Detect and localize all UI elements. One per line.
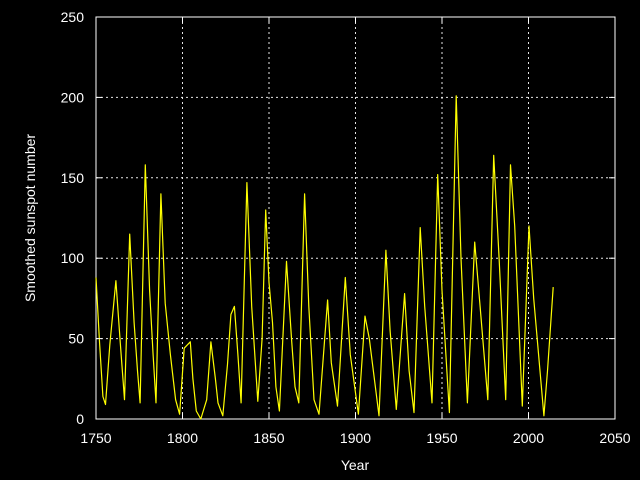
x-tick-label: 2000 (513, 430, 544, 446)
x-axis-title: Year (341, 457, 370, 473)
series-layer (95, 95, 554, 420)
series-line (95, 95, 554, 420)
y-tick-label: 50 (68, 331, 84, 347)
y-axis-title: Smoothed sunspot number (22, 134, 38, 302)
x-tick-label: 1750 (80, 430, 111, 446)
y-tick-label: 0 (76, 411, 84, 427)
y-tick-label: 100 (61, 250, 85, 266)
y-tick-label: 200 (61, 89, 85, 105)
x-tick-label: 1800 (167, 430, 198, 446)
x-tick-label: 1850 (253, 430, 284, 446)
grid-lines (96, 17, 615, 419)
y-tick-label: 250 (61, 9, 85, 25)
x-tick-label: 2050 (599, 430, 630, 446)
x-tick-label: 1950 (426, 430, 457, 446)
sunspot-chart: 1750 1800 1850 1900 1950 2000 2050 0 50 100 150 20… (22, 9, 631, 473)
x-tick-label: 1900 (340, 430, 371, 446)
y-tick-label: 150 (61, 170, 85, 186)
